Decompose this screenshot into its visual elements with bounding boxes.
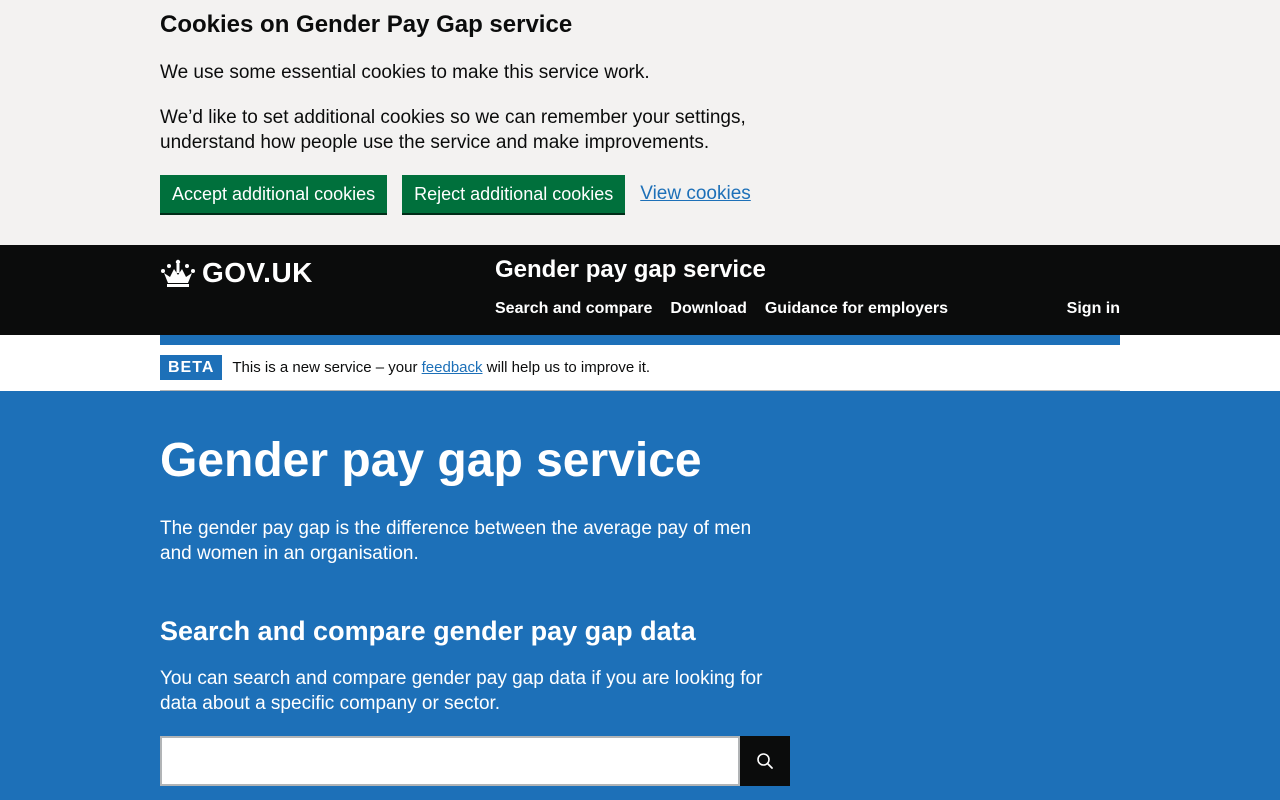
site-header: GOV.UK Gender pay gap service Search and… (0, 245, 1280, 335)
cookie-banner-title: Cookies on Gender Pay Gap service (160, 11, 573, 38)
phase-text-before: This is a new service – your (232, 359, 422, 376)
main-content: Gender pay gap service The gender pay ga… (0, 391, 1280, 800)
page-intro: The gender pay gap is the difference bet… (160, 518, 752, 564)
sign-in-link[interactable]: Sign in (1067, 300, 1120, 318)
cookie-banner-text-1: We use some essential cookies to make th… (160, 62, 650, 83)
primary-navigation: Search and compare Download Guidance for… (495, 300, 966, 318)
nav-item-download[interactable]: Download (670, 300, 746, 318)
phase-banner-content: BETA This is a new service – your feedba… (160, 355, 650, 380)
beta-tag: BETA (160, 355, 223, 380)
crown-icon (161, 259, 195, 287)
search-input[interactable] (160, 736, 740, 786)
feedback-link[interactable]: feedback (422, 359, 483, 376)
search-button[interactable] (740, 736, 790, 786)
nav-item-guidance-for-employers[interactable]: Guidance for employers (765, 300, 948, 318)
header-blue-strip (160, 335, 1120, 345)
phase-text-after: will help us to improve it. (482, 359, 651, 376)
cookie-banner-text-2: We’d like to set additional cookies so w… (160, 107, 746, 153)
view-cookies-link[interactable]: View cookies (640, 183, 751, 205)
nav-item-search-and-compare[interactable]: Search and compare (495, 300, 652, 318)
accept-cookies-button[interactable]: Accept additional cookies (160, 175, 388, 213)
search-form (160, 736, 790, 786)
logo-text: GOV.UK (202, 257, 313, 288)
page-title: Gender pay gap service (160, 434, 702, 487)
phase-banner: BETA This is a new service – your feedba… (0, 335, 1280, 391)
service-name-link[interactable]: Gender pay gap service (495, 255, 766, 285)
search-section-description: You can search and compare gender pay ga… (160, 668, 763, 714)
search-section-heading: Search and compare gender pay gap data (160, 616, 696, 646)
cookie-banner: Cookies on Gender Pay Gap service We use… (0, 0, 1280, 245)
search-icon (757, 753, 773, 769)
cookie-banner-actions: Accept additional cookies Reject additio… (160, 175, 751, 213)
phase-banner-text: This is a new service – your feedback wi… (232, 359, 650, 376)
reject-cookies-button[interactable]: Reject additional cookies (402, 175, 626, 213)
govuk-logo-link[interactable]: GOV.UK (160, 257, 313, 289)
